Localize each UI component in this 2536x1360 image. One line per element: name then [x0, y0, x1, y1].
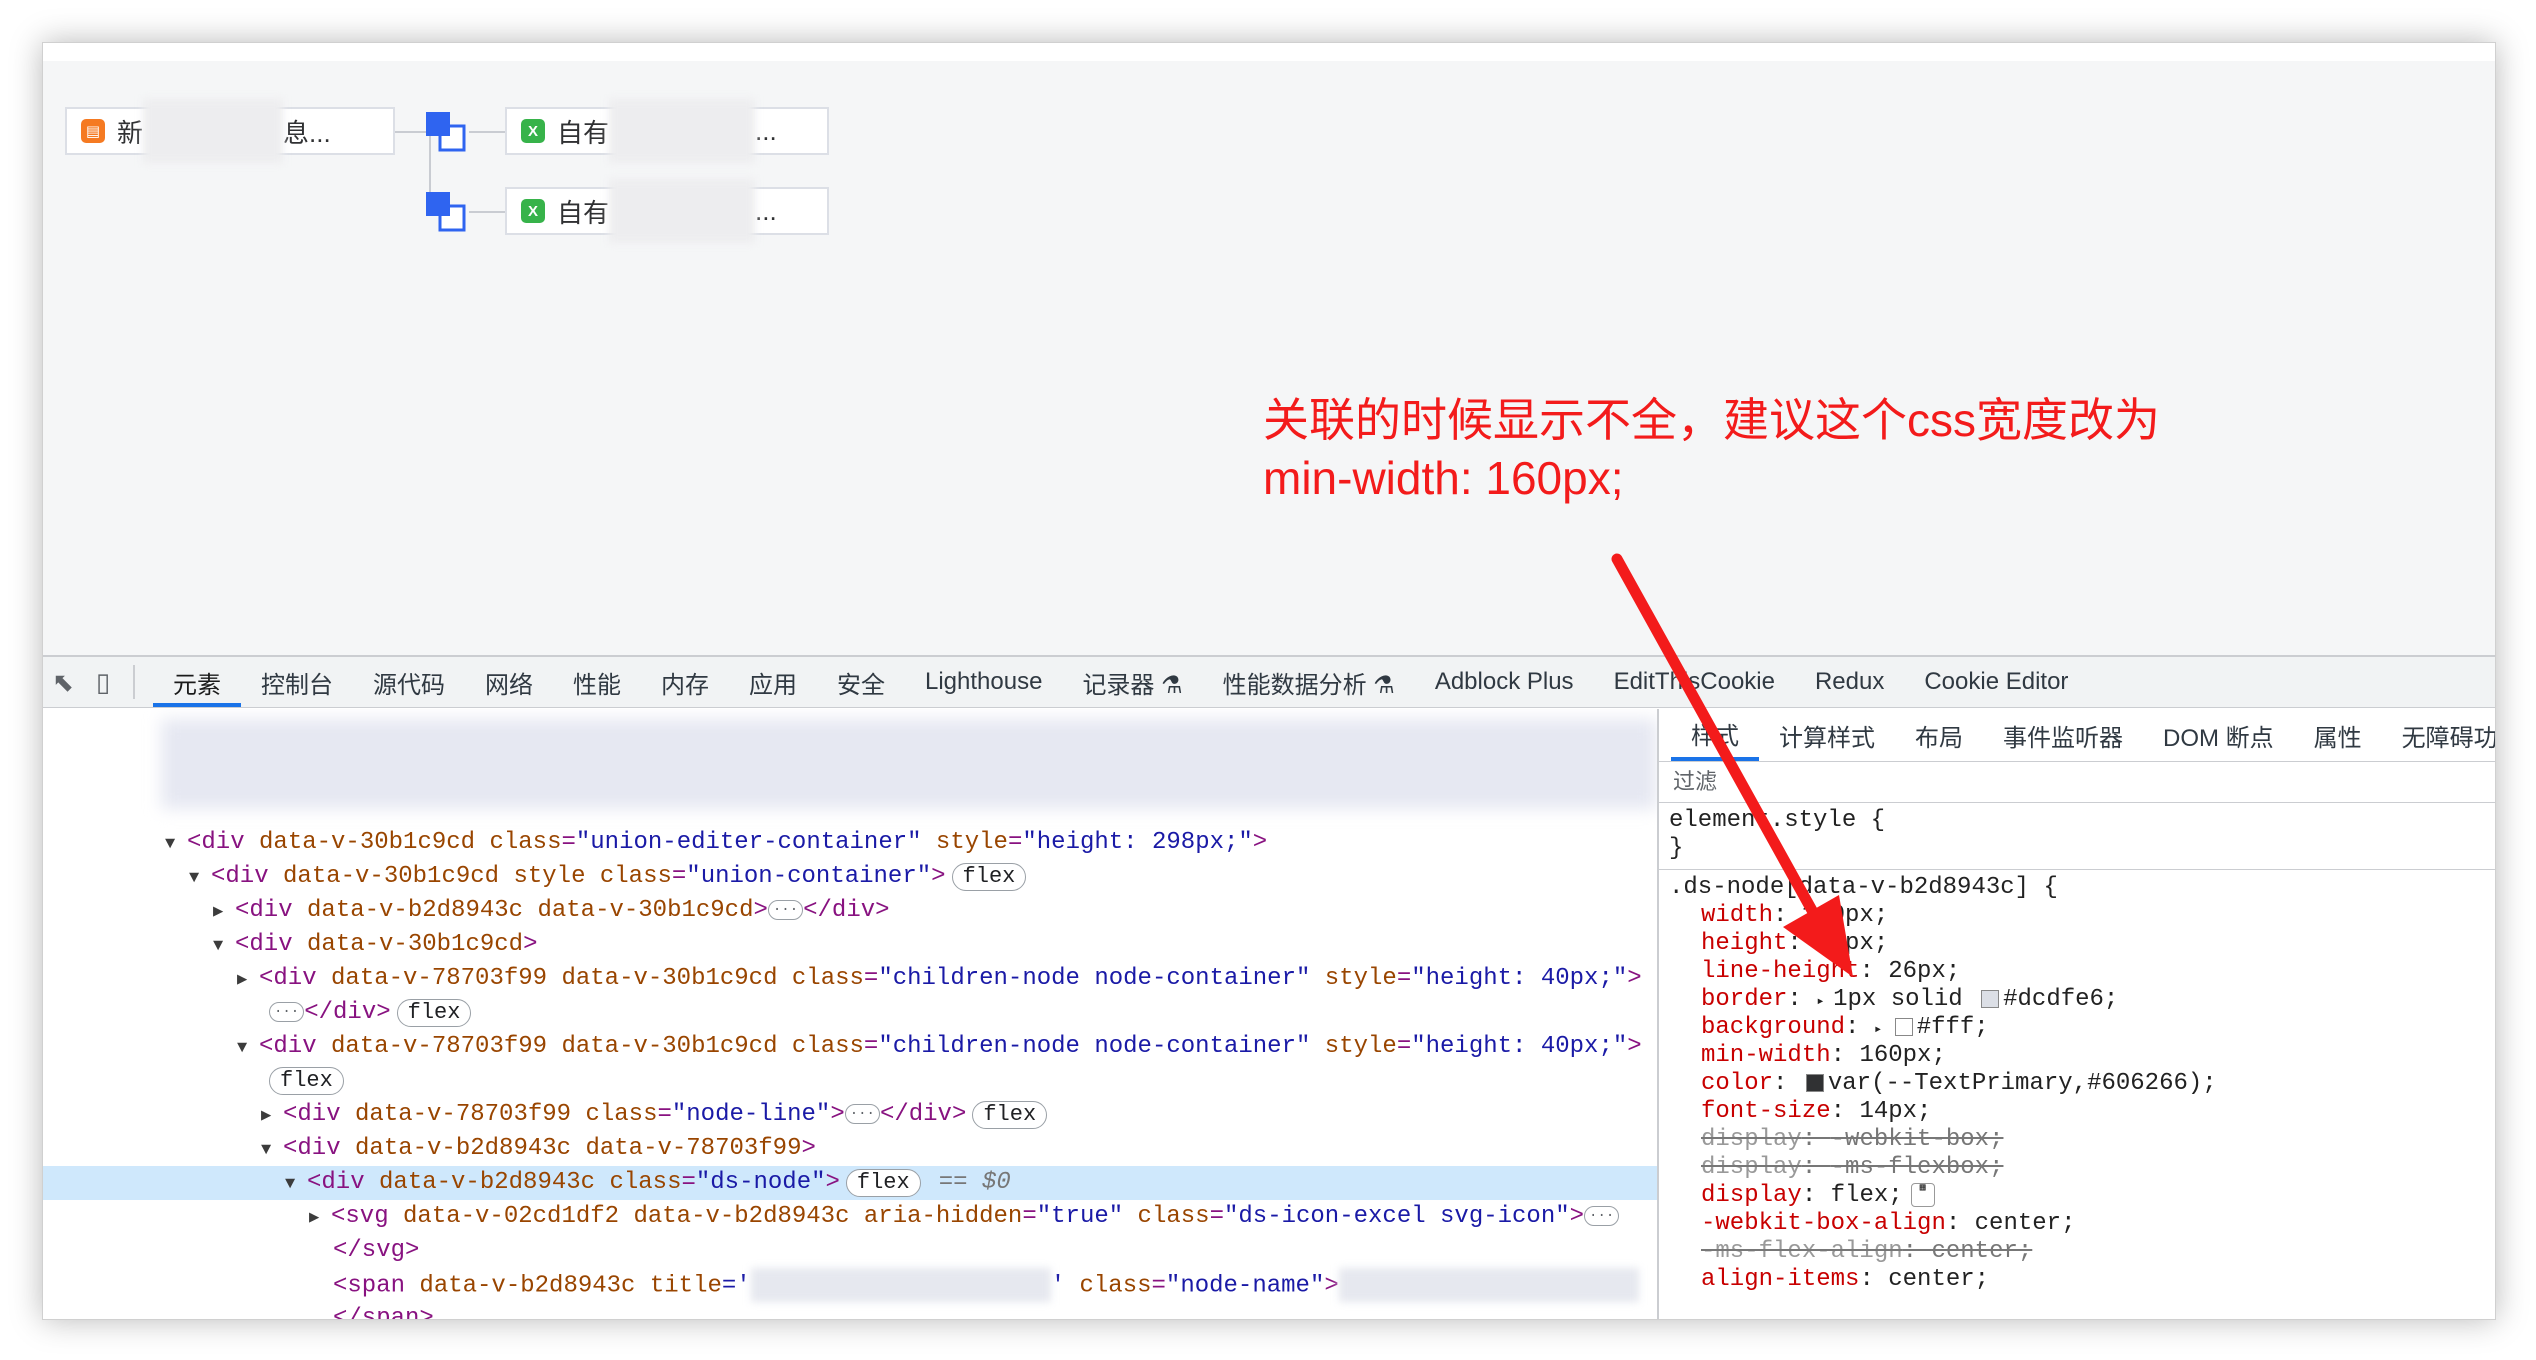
- browser-window: ▤ 新 息... X 自有 ... X 自有 ... ⬉ ▯ 元素 控制台 源代…: [42, 42, 2496, 1320]
- annotation-arrow: [1611, 553, 1853, 977]
